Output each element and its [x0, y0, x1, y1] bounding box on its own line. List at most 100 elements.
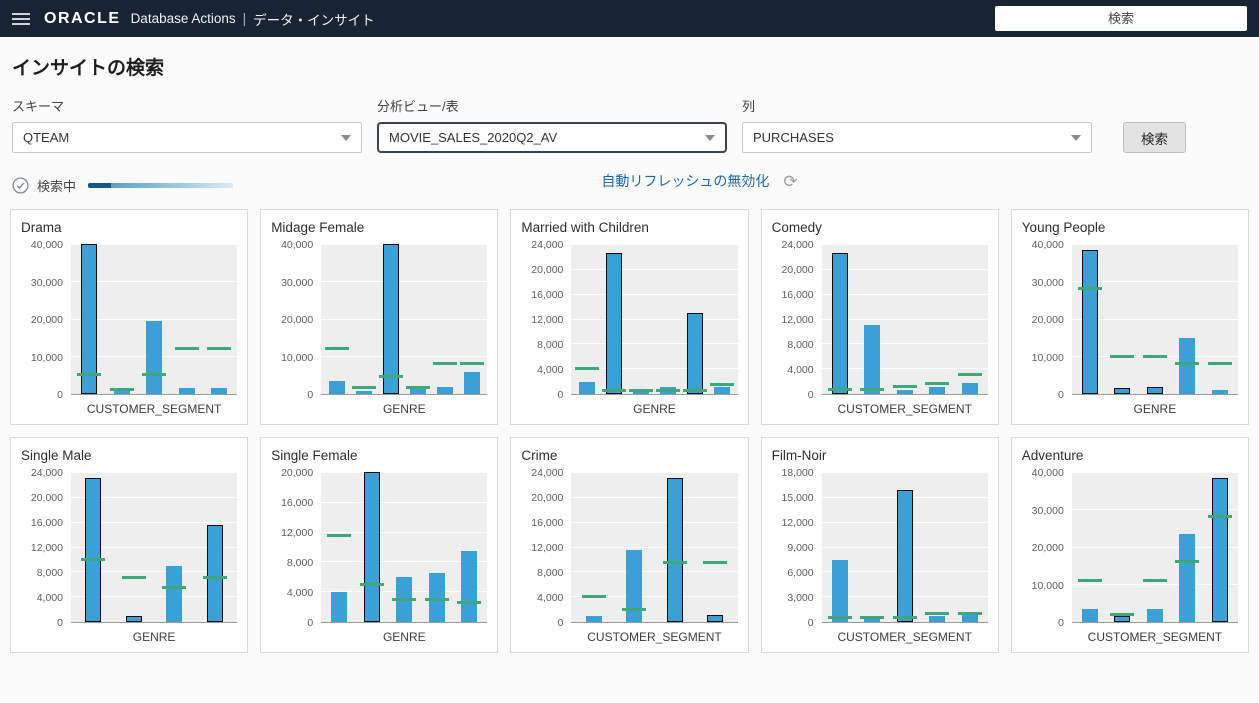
y-axis: 0 10,000 20,000 30,000 40,000 [1022, 239, 1072, 401]
bar-slot [1204, 245, 1236, 394]
bar [714, 386, 731, 394]
chart-xlabel: GENRE [633, 402, 676, 416]
bar-slot [388, 473, 420, 622]
bar [831, 559, 848, 622]
insight-marker [1175, 362, 1200, 365]
insight-marker [392, 597, 417, 601]
y-tick-label: 10,000 [281, 351, 314, 364]
insight-marker [81, 557, 106, 561]
bar [461, 550, 478, 622]
y-tick-label: 8,000 [537, 339, 564, 351]
bar [166, 565, 183, 622]
bar-slot [195, 473, 236, 622]
search-button[interactable]: 検索 [1123, 122, 1186, 153]
y-axis: 0 4,000 8,000 12,000 16,000 20,000 [271, 467, 321, 629]
chart-title: Young People [1021, 220, 1106, 235]
insight-card[interactable]: Young People 0 10,000 20,000 30,000 40,000 GEN… [1010, 209, 1249, 425]
y-tick-label: 4,000 [286, 587, 314, 599]
bar-slot [138, 245, 170, 394]
bar [626, 550, 643, 622]
bar [436, 387, 453, 394]
top-bar: ORACLE Database Actions | データ・インサイト [0, 0, 1259, 37]
menu-icon[interactable] [12, 12, 30, 25]
bar [929, 386, 946, 394]
bar-slot [824, 245, 856, 394]
bar-slot [377, 244, 404, 394]
y-tick-label: 0 [807, 389, 814, 401]
bar-slots [824, 245, 986, 394]
chevron-down-icon [705, 134, 715, 141]
insight-marker [710, 382, 735, 386]
insight-marker [1207, 515, 1232, 518]
bar-slot [600, 245, 627, 394]
chart-title: Single Female [271, 448, 358, 463]
y-tick-label: 24,000 [781, 239, 814, 251]
y-tick-label: 12,000 [531, 542, 564, 554]
y-tick-label: 0 [807, 617, 814, 629]
y-tick-label: 30,000 [30, 276, 63, 289]
schema-select[interactable]: QTEAM [12, 122, 362, 153]
analytic-view-label: 分析ビュー/表 [377, 99, 459, 114]
bar [831, 253, 848, 394]
y-tick-label: 4,000 [36, 592, 63, 604]
global-search-input[interactable] [995, 6, 1247, 31]
y-tick-label: 30,000 [281, 276, 314, 289]
schema-label: スキーマ [12, 99, 65, 114]
insight-marker [892, 615, 917, 619]
chart-plot-area: 0 4,000 8,000 12,000 16,000 20,000 24,000 [521, 467, 738, 629]
y-axis: 0 4,000 8,000 12,000 16,000 20,000 24,000 [772, 239, 822, 401]
bar-slot [1171, 473, 1203, 622]
refresh-icon[interactable]: ⟳ [783, 173, 797, 190]
y-tick-label: 16,000 [30, 517, 63, 529]
bar [896, 389, 913, 394]
y-tick-label: 16,000 [531, 517, 564, 529]
bar-slot [888, 245, 920, 394]
y-tick-label: 12,000 [281, 527, 314, 539]
chart-xlabel: GENRE [132, 630, 176, 644]
chart-title: Married with Children [521, 220, 649, 235]
chart-title: Crime [521, 448, 558, 463]
disable-auto-refresh-link[interactable]: 自動リフレッシュの無効化 [601, 171, 769, 191]
bar-slot [682, 245, 709, 394]
y-tick-label: 0 [557, 617, 564, 629]
analytic-view-select[interactable]: MOVIE_SALES_2020Q2_AV [377, 122, 727, 153]
insight-card[interactable]: Midage Female 0 10,000 20,000 30,000 40,000 GE… [260, 209, 499, 425]
insight-marker [683, 388, 708, 392]
insight-marker [925, 382, 950, 385]
bar-slot [350, 245, 377, 394]
chevron-down-icon [1071, 134, 1081, 141]
insight-card[interactable]: Single Male 0 4,000 8,000 12,000 16,000 20,000… [10, 437, 249, 653]
column-select[interactable]: PURCHASES [742, 122, 1092, 153]
bar-slot [1139, 245, 1171, 394]
bar [1146, 386, 1163, 394]
y-tick-label: 20,000 [1031, 542, 1064, 554]
y-tick-label: 40,000 [30, 239, 63, 251]
insight-card[interactable]: Film-Noir 0 3,000 6,000 9,000 12,000 15,000 18,… [760, 437, 999, 653]
insight-marker [202, 576, 227, 580]
y-tick-label: 10,000 [30, 351, 63, 364]
y-tick-label: 8,000 [36, 567, 63, 579]
chart-plot-area: 0 10,000 20,000 30,000 40,000 [1022, 467, 1238, 629]
y-tick-label: 16,000 [781, 289, 814, 301]
title-separator: | [242, 11, 247, 26]
insight-marker [957, 611, 982, 615]
bar-slot [614, 473, 655, 622]
y-tick-label: 20,000 [281, 467, 314, 479]
insight-card[interactable]: Comedy 0 4,000 8,000 12,000 16,000 20,000 24,00… [760, 209, 999, 425]
bar [125, 615, 142, 622]
insight-card[interactable]: Crime 0 4,000 8,000 12,000 16,000 20,000 24,000… [510, 437, 749, 653]
y-tick-label: 24,000 [531, 467, 564, 479]
insight-marker [662, 560, 687, 564]
bar-slots [573, 473, 735, 622]
bar-slot [709, 245, 736, 394]
insight-card[interactable]: Married with Children 0 4,000 8,000 12,000 16… [510, 209, 749, 425]
insight-marker [827, 615, 852, 619]
chart-plot-area: 0 4,000 8,000 12,000 16,000 20,000 24,000 [21, 467, 238, 629]
insight-card[interactable]: Adventure 0 10,000 20,000 30,000 40,000 CUSTOM… [1010, 437, 1249, 653]
insight-card[interactable]: Drama 0 10,000 20,000 30,000 40,000 CUSTOMER_S… [10, 209, 249, 425]
bar [585, 616, 602, 622]
bar-slots [1074, 245, 1236, 394]
insight-card[interactable]: Single Female 0 4,000 8,000 12,000 16,000 20,0… [260, 437, 499, 653]
bar [206, 525, 223, 622]
chart-xlabel: GENRE [382, 402, 426, 416]
